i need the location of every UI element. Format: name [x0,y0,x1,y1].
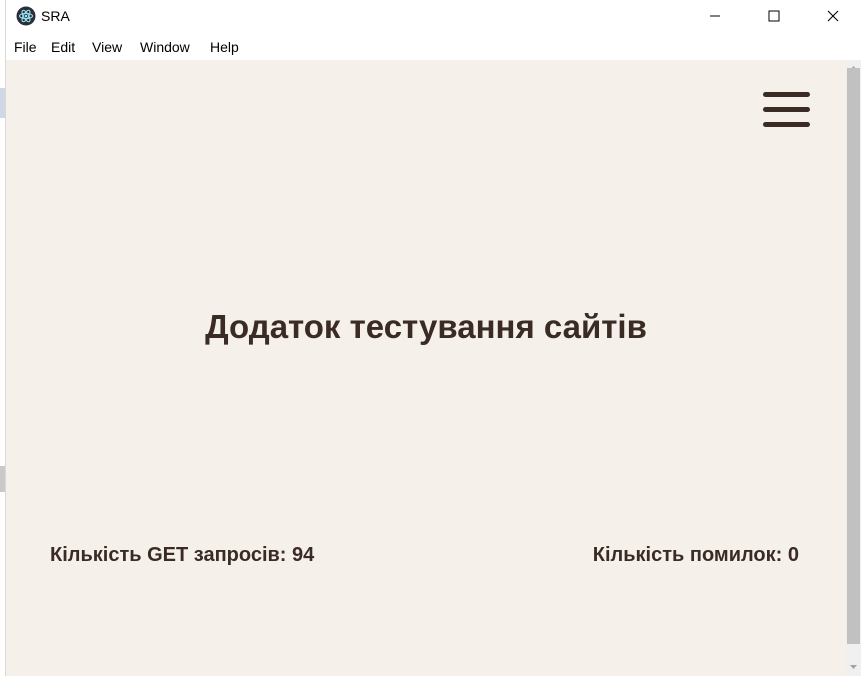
app-logo-icon [16,6,36,26]
menu-help[interactable]: Help [210,39,239,56]
vertical-scrollbar[interactable] [846,60,861,676]
page-title: Додаток тестування сайтів [205,308,647,345]
close-button[interactable] [810,0,856,32]
window-title: SRA [41,8,70,24]
hamburger-bar [763,92,810,97]
menu-file[interactable]: File [14,39,37,56]
maximize-button[interactable] [751,0,797,32]
menu-window[interactable]: Window [140,39,190,56]
scrollbar-thumb[interactable] [847,68,860,644]
menu-view[interactable]: View [92,39,122,56]
minimize-button[interactable] [692,0,738,32]
hamburger-menu-button[interactable] [762,91,812,129]
close-icon [827,10,839,22]
minimize-icon [710,15,720,17]
scroll-down-arrow-icon [850,665,857,669]
menu-edit[interactable]: Edit [51,39,75,56]
background-edge-mark [0,88,5,118]
get-requests-count: Кількість GET запросів: 94 [50,544,315,566]
app-window: SRA File Edit View Window Help Додаток т… [0,0,861,676]
hamburger-bar [763,107,810,112]
hamburger-bar [763,122,810,127]
main-content: Додаток тестування сайтів Кількість GET … [6,60,846,676]
errors-count: Кількість помилок: 0 [592,544,799,566]
scroll-down-button[interactable] [846,659,861,676]
maximize-icon [768,10,780,22]
background-edge-mark [0,466,5,492]
title-bar[interactable]: SRA [6,0,861,32]
menu-bar: File Edit View Window Help [6,32,861,60]
